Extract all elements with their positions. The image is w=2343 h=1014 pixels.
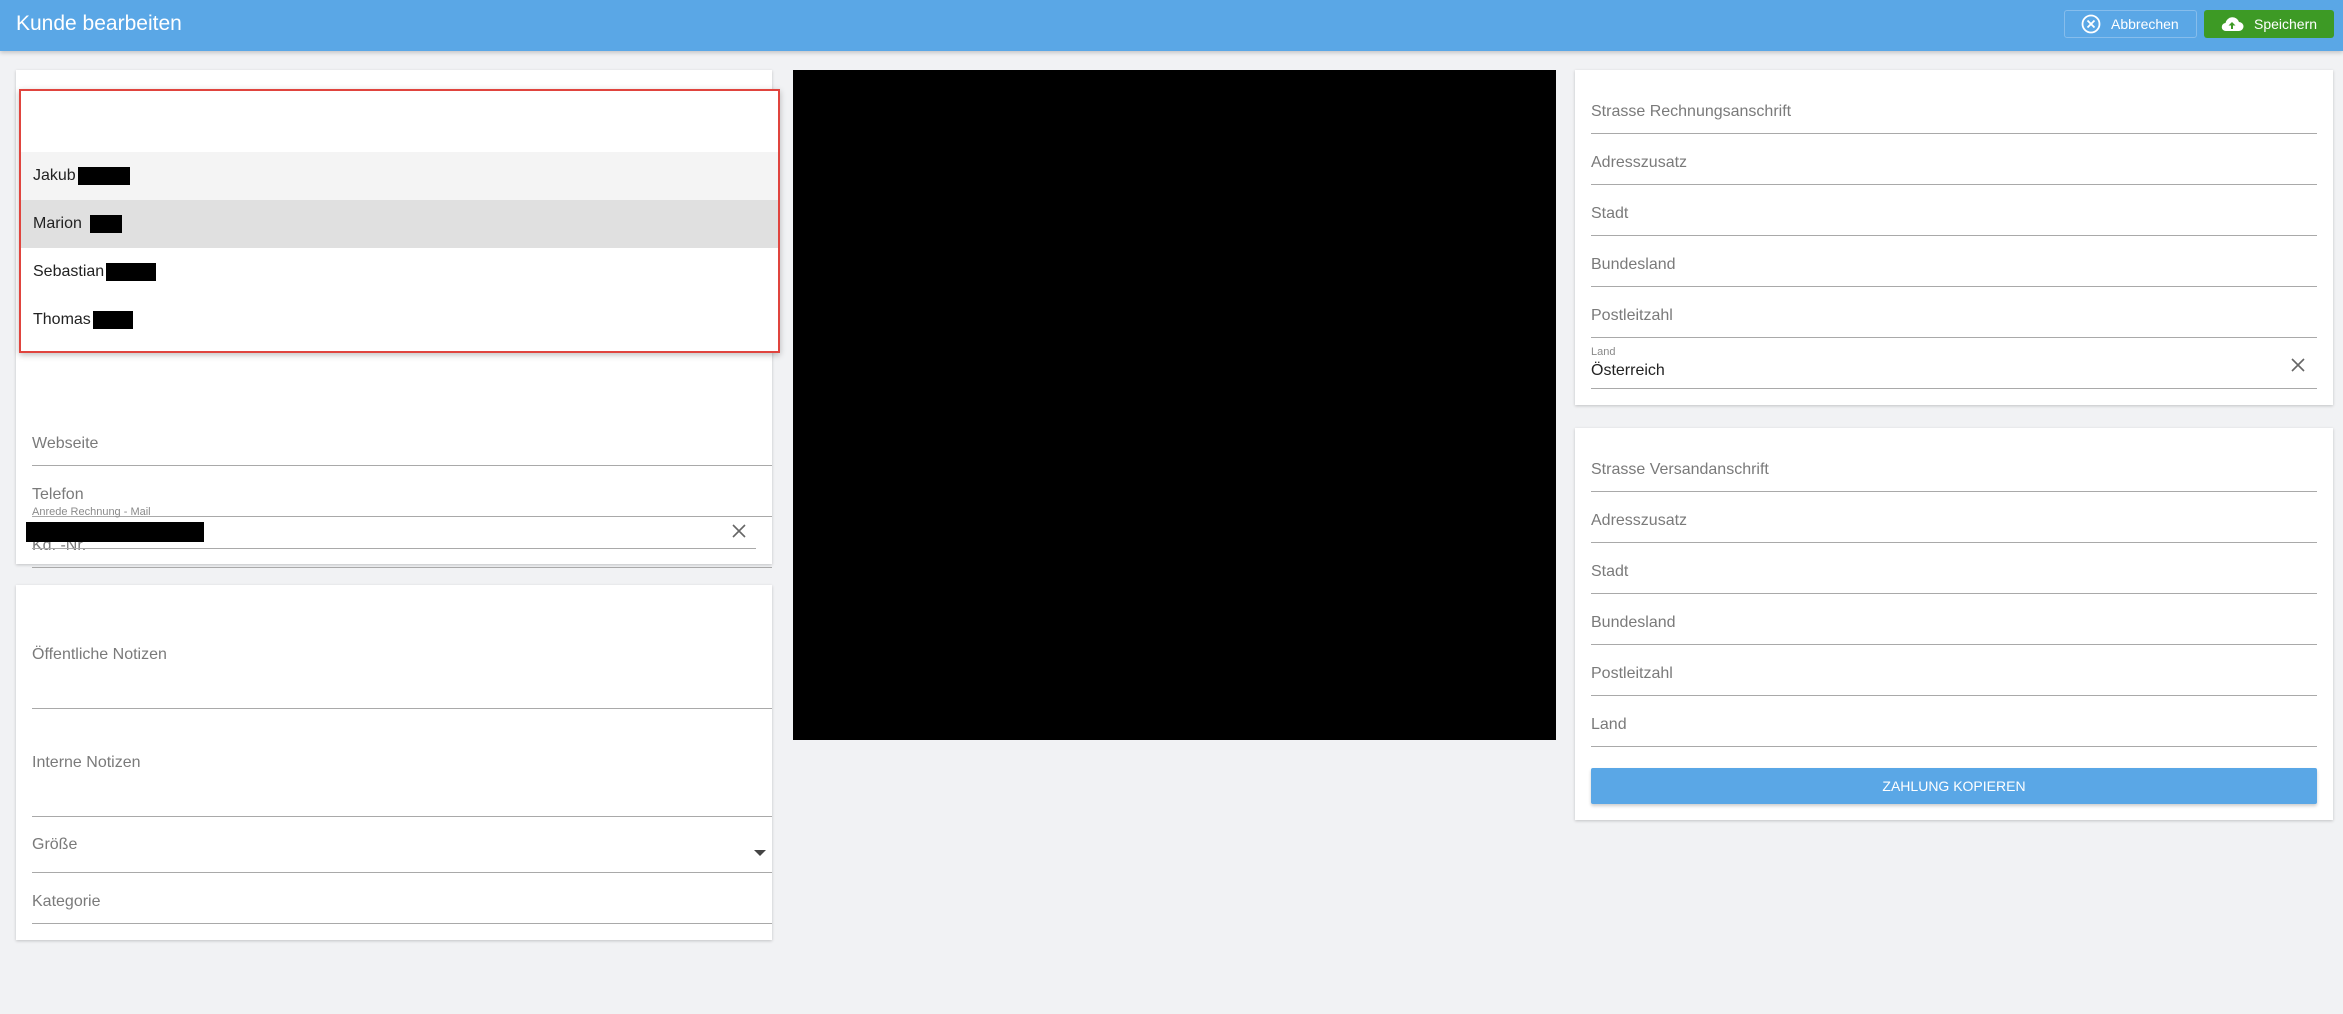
billing-state-label: Bundesland — [1591, 256, 1676, 273]
public-notes-field[interactable]: Öffentliche Notizen — [32, 625, 772, 709]
redacted-panel — [793, 70, 1556, 740]
shipping-address-addition-field[interactable]: Adresszusatz — [1591, 493, 2317, 543]
redacted-surname — [106, 263, 157, 281]
category-label: Kategorie — [32, 893, 101, 910]
redacted-surname — [77, 167, 130, 185]
dropdown-option[interactable]: Thomas — [21, 296, 778, 344]
save-label: Speichern — [2254, 16, 2318, 32]
close-circle-icon — [2081, 14, 2101, 34]
dropdown-option[interactable]: Sebastian — [21, 248, 778, 296]
cancel-button[interactable]: Abbrechen — [2064, 10, 2197, 38]
category-field[interactable]: Kategorie — [32, 878, 772, 924]
billing-zip-label: Postleitzahl — [1591, 307, 1673, 324]
shipping-state-field[interactable]: Bundesland — [1591, 595, 2317, 645]
billing-country-field[interactable]: Land Österreich — [1591, 339, 2317, 389]
billing-zip-field[interactable]: Postleitzahl — [1591, 288, 2317, 338]
save-button[interactable]: Speichern — [2204, 10, 2334, 38]
salutation-mail-field[interactable]: Anrede Rechnung - Mail — [26, 499, 756, 549]
dropdown-arrow-icon — [754, 850, 766, 856]
shipping-address-addition-label: Adresszusatz — [1591, 512, 1688, 529]
website-field[interactable]: Webseite — [32, 416, 772, 466]
page-title: Kunde bearbeiten — [16, 12, 182, 35]
option-name: Jakub — [33, 167, 76, 184]
shipping-country-field[interactable]: Land — [1591, 697, 2317, 747]
public-notes-label: Öffentliche Notizen — [32, 646, 167, 663]
cloud-upload-icon — [2221, 17, 2244, 32]
billing-street-label: Strasse Rechnungsanschrift — [1591, 103, 1792, 120]
clear-icon[interactable] — [2291, 358, 2305, 372]
salutation-mail-label: Anrede Rechnung - Mail — [32, 506, 151, 518]
clear-icon[interactable] — [732, 524, 746, 538]
top-app-bar: Kunde bearbeiten Abbrechen Speichern — [0, 0, 2343, 51]
dropdown-option[interactable]: Jakub — [21, 152, 778, 200]
billing-address-addition-field[interactable]: Adresszusatz — [1591, 135, 2317, 185]
shipping-zip-label: Postleitzahl — [1591, 665, 1673, 682]
billing-street-field[interactable]: Strasse Rechnungsanschrift — [1591, 84, 2317, 134]
shipping-street-label: Strasse Versandanschrift — [1591, 461, 1769, 478]
shipping-city-field[interactable]: Stadt — [1591, 544, 2317, 594]
option-name: Thomas — [33, 311, 91, 328]
cancel-label: Abbrechen — [2111, 16, 2179, 32]
redacted-surname — [89, 215, 122, 233]
shipping-city-label: Stadt — [1591, 563, 1629, 580]
website-label: Webseite — [32, 435, 99, 452]
shipping-country-label: Land — [1591, 716, 1627, 733]
billing-country-value: Österreich — [1591, 362, 1665, 379]
autocomplete-input[interactable] — [21, 91, 778, 152]
shipping-street-field[interactable]: Strasse Versandanschrift — [1591, 442, 2317, 492]
shipping-address-card: Strasse Versandanschrift Adresszusatz St… — [1575, 428, 2333, 820]
internal-notes-label: Interne Notizen — [32, 754, 141, 771]
billing-address-addition-label: Adresszusatz — [1591, 154, 1688, 171]
size-label: Größe — [32, 836, 78, 853]
billing-country-label: Land — [1591, 346, 1616, 358]
billing-city-label: Stadt — [1591, 205, 1629, 222]
notes-card: Öffentliche Notizen Interne Notizen Größ… — [16, 585, 772, 940]
option-name: Sebastian — [33, 263, 105, 280]
dropdown-option[interactable]: Marion — [21, 200, 778, 248]
option-name: Marion — [33, 215, 82, 232]
billing-address-card: Strasse Rechnungsanschrift Adresszusatz … — [1575, 70, 2333, 405]
internal-notes-field[interactable]: Interne Notizen — [32, 733, 772, 817]
billing-state-field[interactable]: Bundesland — [1591, 237, 2317, 287]
redacted-surname — [92, 311, 133, 329]
salutation-value-redacted — [26, 522, 204, 542]
billing-city-field[interactable]: Stadt — [1591, 186, 2317, 236]
contact-autocomplete-dropdown: Jakub Marion Sebastian Thomas — [19, 89, 780, 353]
size-select[interactable]: Größe — [32, 829, 772, 873]
shipping-state-label: Bundesland — [1591, 614, 1676, 631]
copy-billing-button[interactable]: ZAHLUNG KOPIEREN — [1591, 768, 2317, 804]
shipping-zip-field[interactable]: Postleitzahl — [1591, 646, 2317, 696]
